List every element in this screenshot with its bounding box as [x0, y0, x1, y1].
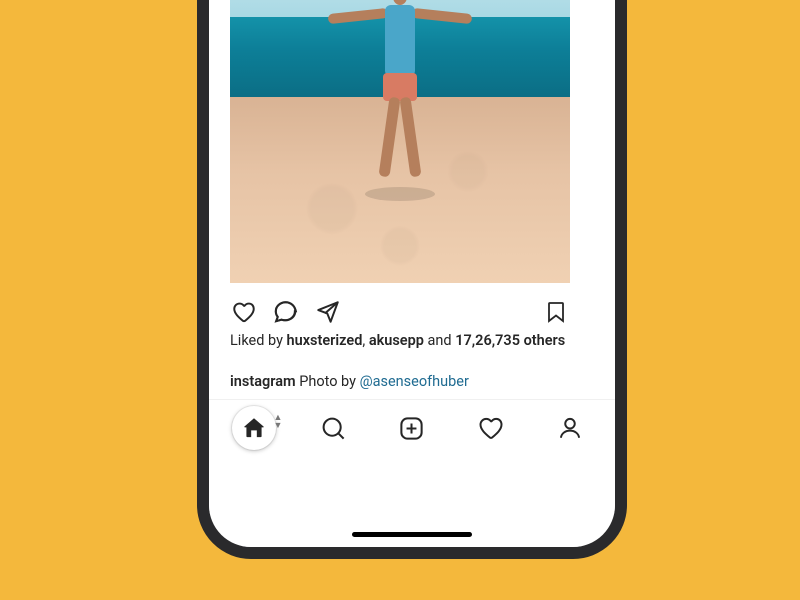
bottom-tab-bar: ▲▼ [209, 399, 615, 456]
caption-text: Photo by [296, 373, 360, 390]
phone-frame: Liked by huxsterized, akusepp and 17,26,… [197, 0, 627, 559]
likes-suffix: others [520, 332, 565, 349]
tab-profile[interactable] [548, 406, 592, 450]
likes-user2[interactable]: akusepp [369, 332, 424, 349]
comment-button[interactable] [272, 298, 300, 326]
likes-prefix: Liked by [230, 332, 287, 349]
heart-icon [477, 414, 505, 442]
tab-activity[interactable] [469, 406, 513, 450]
caption-mention[interactable]: @asenseofhuber [360, 373, 469, 390]
caption-username[interactable]: instagram [230, 373, 296, 390]
tab-create[interactable] [390, 406, 434, 450]
post-action-row [230, 295, 570, 329]
stage: Liked by huxsterized, akusepp and 17,26,… [0, 0, 800, 600]
home-indicator[interactable] [352, 532, 472, 537]
image-shadow [365, 187, 435, 201]
heart-icon [231, 299, 257, 325]
stepper-icon: ▲▼ [273, 414, 282, 430]
like-button[interactable] [230, 298, 258, 326]
save-button[interactable] [542, 298, 570, 326]
phone-screen: Liked by huxsterized, akusepp and 17,26,… [209, 0, 615, 547]
search-icon [320, 415, 347, 442]
caption-line: instagram Photo by @asenseofhuber [230, 373, 570, 390]
share-button[interactable] [314, 298, 342, 326]
post-image[interactable] [230, 0, 570, 283]
comment-icon [273, 299, 299, 325]
tab-search[interactable] [311, 406, 355, 450]
send-icon [315, 299, 341, 325]
bookmark-icon [544, 299, 568, 325]
likes-line[interactable]: Liked by huxsterized, akusepp and 17,26,… [230, 331, 570, 351]
home-icon [241, 415, 267, 441]
profile-icon [557, 415, 583, 441]
likes-count: 17,26,735 [455, 332, 520, 349]
tab-home[interactable]: ▲▼ [232, 406, 276, 450]
likes-user1[interactable]: huxsterized [287, 332, 363, 349]
image-person [330, 0, 470, 187]
plus-icon [398, 415, 425, 442]
